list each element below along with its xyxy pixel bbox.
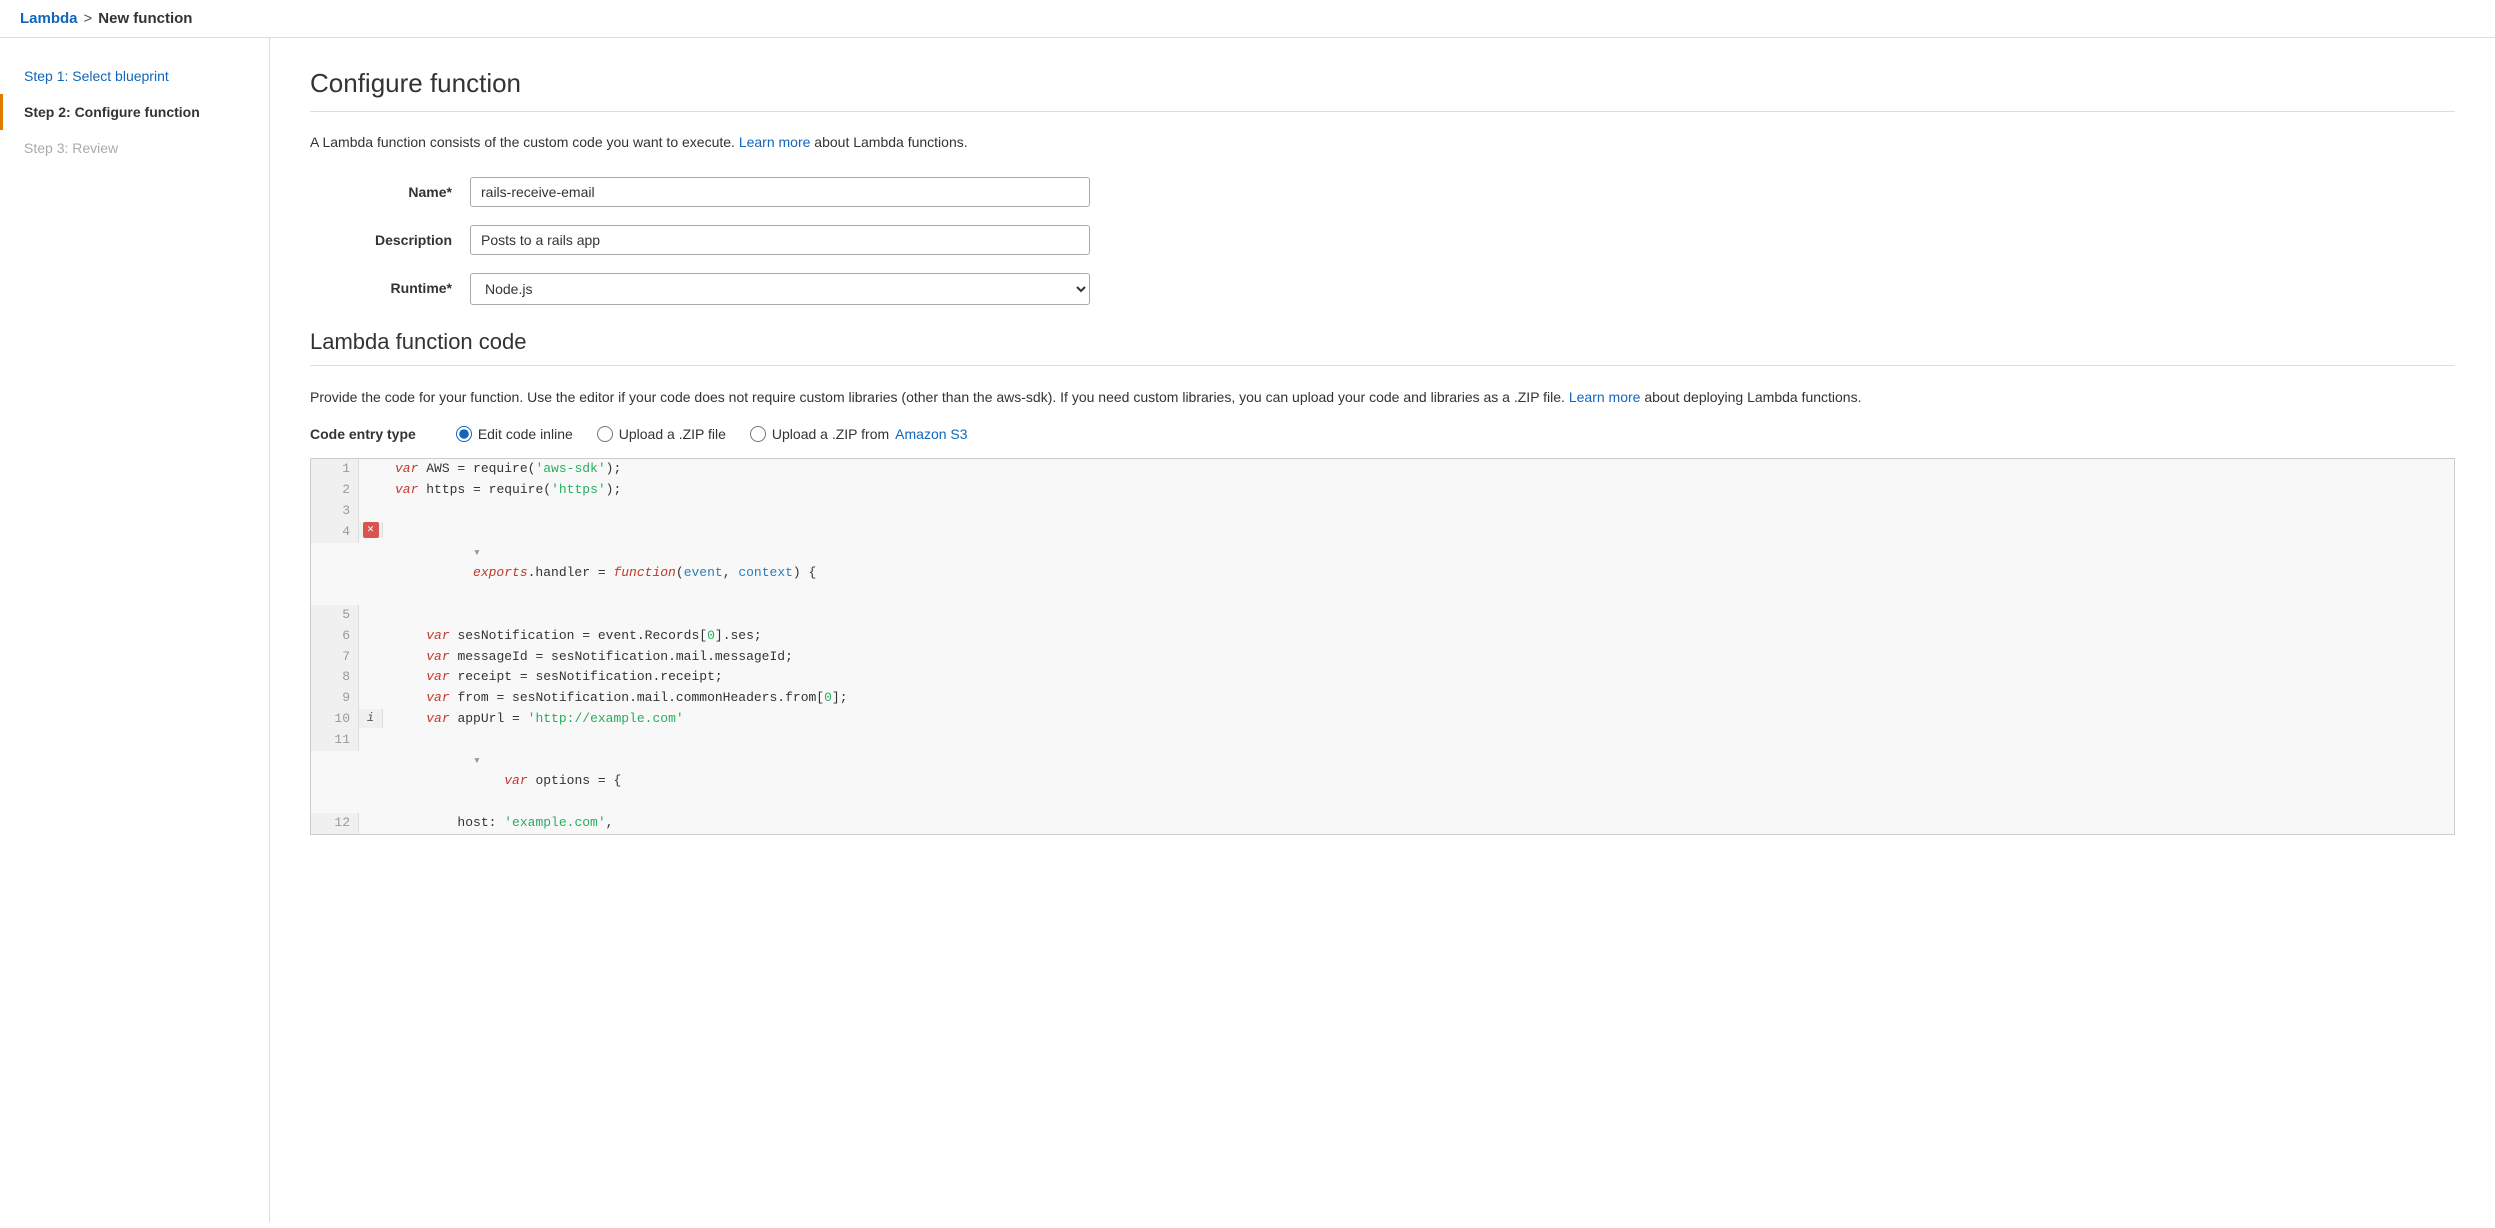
main-layout: Step 1: Select blueprint Step 2: Configu…: [0, 38, 2495, 1222]
sidebar-item-step1[interactable]: Step 1: Select blueprint: [0, 58, 269, 94]
code-line-5: 5: [311, 605, 2454, 626]
name-label: Name*: [310, 177, 470, 200]
line-content-9: var from = sesNotification.mail.commonHe…: [383, 688, 860, 709]
info-icon: i: [367, 709, 374, 728]
breadcrumb-current: New function: [98, 10, 192, 27]
page-title: Configure function: [310, 68, 2455, 99]
name-field-row: Name*: [310, 177, 2455, 207]
error-icon: ✕: [363, 522, 379, 538]
code-line-10: 10 i var appUrl = 'http://example.com': [311, 709, 2454, 730]
code-line-3: 3: [311, 501, 2454, 522]
line-num-7: 7: [311, 647, 359, 668]
code-line-7: 7 var messageId = sesNotification.mail.m…: [311, 647, 2454, 668]
breadcrumb-separator: >: [84, 10, 93, 27]
sidebar-item-step3: Step 3: Review: [0, 130, 269, 166]
line-content-12: host: 'example.com',: [383, 813, 625, 834]
line-content-11: ▾ var options = {: [383, 730, 633, 813]
sidebar-item-step2: Step 2: Configure function: [0, 94, 269, 130]
code-line-1: 1 var AWS = require('aws-sdk');: [311, 459, 2454, 480]
line-content-7: var messageId = sesNotification.mail.mes…: [383, 647, 805, 668]
main-content: Configure function A Lambda function con…: [270, 38, 2495, 1222]
radio-inline[interactable]: Edit code inline: [456, 426, 573, 442]
line-content-10: var appUrl = 'http://example.com': [383, 709, 696, 730]
radio-s3-input[interactable]: [750, 426, 766, 442]
code-description: Provide the code for your function. Use …: [310, 386, 2455, 408]
code-section-title: Lambda function code: [310, 329, 2455, 355]
lambda-breadcrumb-link[interactable]: Lambda: [20, 10, 78, 27]
radio-inline-input[interactable]: [456, 426, 472, 442]
line-num-9: 9: [311, 688, 359, 709]
line-num-5: 5: [311, 605, 359, 626]
line-content-6: var sesNotification = event.Records[0].s…: [383, 626, 774, 647]
line-num-1: 1: [311, 459, 359, 480]
line-num-2: 2: [311, 480, 359, 501]
code-entry-type-row: Code entry type Edit code inline Upload …: [310, 426, 2455, 442]
line-num-6: 6: [311, 626, 359, 647]
radio-inline-label: Edit code inline: [478, 426, 573, 442]
radio-zip-label: Upload a .ZIP file: [619, 426, 726, 442]
code-learn-more-link[interactable]: Learn more: [1569, 389, 1641, 405]
amazon-s3-link[interactable]: Amazon S3: [895, 426, 967, 442]
line-num-11: 11: [311, 730, 359, 751]
line-num-4: 4: [311, 522, 359, 543]
runtime-field-row: Runtime* Node.js: [310, 273, 2455, 305]
code-line-12: 12 host: 'example.com',: [311, 813, 2454, 834]
step1-link[interactable]: Step 1: Select blueprint: [24, 68, 169, 84]
code-editor[interactable]: 1 var AWS = require('aws-sdk'); 2 var ht…: [310, 458, 2455, 834]
top-divider: [310, 111, 2455, 112]
line-num-8: 8: [311, 667, 359, 688]
learn-more-link[interactable]: Learn more: [739, 134, 811, 150]
radio-zip[interactable]: Upload a .ZIP file: [597, 426, 726, 442]
intro-text: A Lambda function consists of the custom…: [310, 132, 2455, 153]
runtime-label: Runtime*: [310, 273, 470, 296]
line-num-3: 3: [311, 501, 359, 522]
description-input[interactable]: [470, 225, 1090, 255]
radio-s3[interactable]: Upload a .ZIP from Amazon S3: [750, 426, 968, 442]
line-content-2: var https = require('https');: [383, 480, 633, 501]
code-line-11: 11 ▾ var options = {: [311, 730, 2454, 813]
code-line-4: 4 ✕ ▾ exports.handler = function(event, …: [311, 522, 2454, 605]
step2-label: Step 2: Configure function: [24, 104, 200, 120]
radio-s3-label: Upload a .ZIP from: [772, 426, 889, 442]
runtime-select[interactable]: Node.js: [470, 273, 1090, 305]
line-content-8: var receipt = sesNotification.receipt;: [383, 667, 735, 688]
code-line-6: 6 var sesNotification = event.Records[0]…: [311, 626, 2454, 647]
step3-label: Step 3: Review: [24, 140, 118, 156]
code-line-2: 2 var https = require('https');: [311, 480, 2454, 501]
sidebar: Step 1: Select blueprint Step 2: Configu…: [0, 38, 270, 1222]
description-label: Description: [310, 225, 470, 248]
fold-arrow-11[interactable]: ▾: [473, 753, 481, 768]
code-line-9: 9 var from = sesNotification.mail.common…: [311, 688, 2454, 709]
code-line-8: 8 var receipt = sesNotification.receipt;: [311, 667, 2454, 688]
line-content-4: ▾ exports.handler = function(event, cont…: [383, 522, 828, 605]
line-content-1: var AWS = require('aws-sdk');: [383, 459, 633, 480]
name-input[interactable]: [470, 177, 1090, 207]
line-num-10: 10: [311, 709, 359, 730]
description-field-row: Description: [310, 225, 2455, 255]
radio-zip-input[interactable]: [597, 426, 613, 442]
fold-arrow-4[interactable]: ▾: [473, 545, 481, 560]
line-gutter-10: i: [359, 709, 383, 728]
breadcrumb-bar: Lambda > New function: [0, 0, 2495, 38]
line-gutter-4: ✕: [359, 522, 383, 538]
code-divider: [310, 365, 2455, 366]
line-num-12: 12: [311, 813, 359, 834]
code-entry-label: Code entry type: [310, 426, 416, 442]
